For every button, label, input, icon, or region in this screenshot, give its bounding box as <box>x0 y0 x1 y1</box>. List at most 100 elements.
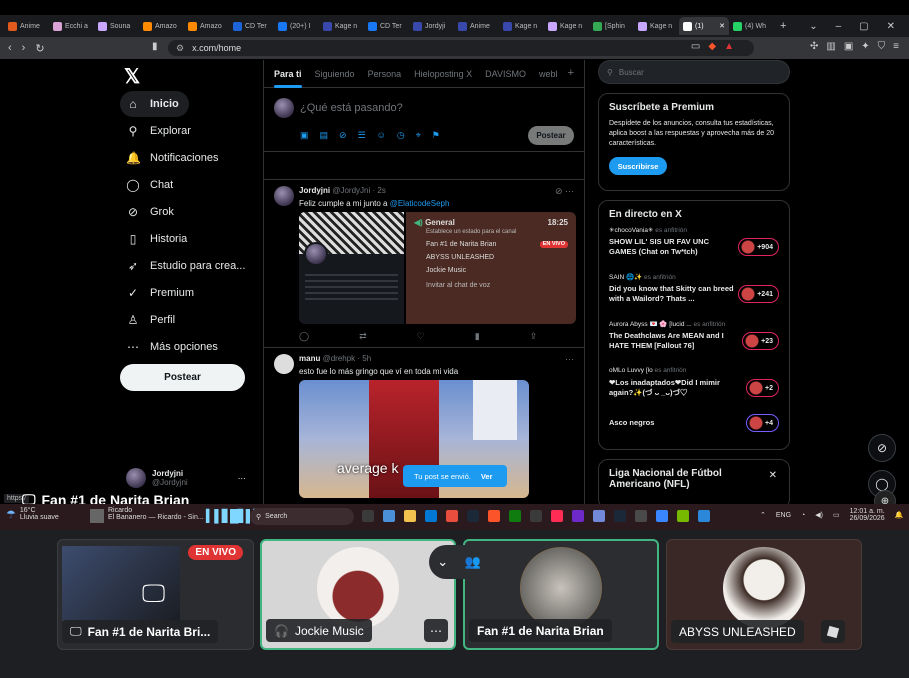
taskbar-app-icon[interactable] <box>677 510 689 522</box>
taskbar-app-icon[interactable] <box>509 510 521 522</box>
post-button[interactable]: Postear <box>120 364 245 391</box>
schedule-icon[interactable]: ◷ <box>397 130 405 141</box>
menu-icon[interactable]: ≡ <box>893 41 899 52</box>
live-space-item[interactable]: SAIN 🌐✨ es anfitrión Did you know that Sk… <box>609 273 779 320</box>
nav-item-estudio[interactable]: ➶ Estudio para crea... <box>120 253 255 279</box>
taskbar-app-icon[interactable] <box>551 510 563 522</box>
nav-item-perfil[interactable]: ♙ Perfil <box>120 307 185 333</box>
taskbar-app-icon[interactable] <box>362 510 374 522</box>
tile-more-icon[interactable]: ⋯ <box>424 619 448 642</box>
feed-tab[interactable]: Para ti <box>274 69 302 88</box>
tweet-author[interactable]: manu <box>299 354 320 363</box>
vpn-icon[interactable]: ⛉ <box>878 41 886 52</box>
call-tile-fan[interactable]: Fan #1 de Narita Brian <box>463 539 659 650</box>
avatar[interactable] <box>274 354 294 374</box>
nav-item-explorar[interactable]: ⚲ Explorar <box>120 118 201 144</box>
tweet[interactable]: Jordyjni @JordyJni · 2s ⊘ ⋯ Feliz cumple… <box>264 180 584 348</box>
media-widget[interactable]: Ricardo El Bananero — Ricardo - Sin... <box>90 507 204 523</box>
reply-icon[interactable]: ◯ <box>299 331 309 342</box>
media-icon[interactable]: ▣ <box>300 130 309 141</box>
feed-tab[interactable]: webl <box>539 69 558 79</box>
show-posts-bar[interactable] <box>264 152 584 180</box>
volume-icon[interactable]: ◀) <box>815 511 823 519</box>
nfl-card[interactable]: Liga Nacional de Fútbol Americano (NFL) … <box>598 459 790 509</box>
avatar[interactable] <box>274 186 294 206</box>
reload-icon[interactable]: ↻ <box>35 42 44 55</box>
nav-item-inicio[interactable]: ⌂ Inicio <box>120 91 189 117</box>
sidebar-icon[interactable]: ▥ <box>826 41 835 52</box>
nav-item-grok[interactable]: ⊘ Grok <box>120 199 184 225</box>
close-icon[interactable]: ✕ <box>769 470 777 481</box>
nav-item-más[interactable]: ⋯ Más opciones <box>120 334 228 360</box>
feed-tab[interactable]: Persona <box>368 69 402 79</box>
forward-icon[interactable]: › <box>22 42 26 55</box>
tweet-more-icon[interactable]: ⋯ <box>565 354 574 365</box>
call-tile-abyss[interactable]: ABYSS UNLEASHED <box>666 539 862 650</box>
taskbar-app-icon[interactable] <box>383 510 395 522</box>
maximize-icon[interactable]: ▢ <box>859 21 868 32</box>
live-space-item[interactable]: ✳chocoVania✳ es anfitrión SHOW LIL' SIS U… <box>609 226 779 273</box>
feed-tab[interactable]: DAVISMO <box>485 69 526 79</box>
clock[interactable]: 12:01 a. m. 26/09/2026 <box>850 508 885 522</box>
gif-icon[interactable]: ▤ <box>320 130 329 141</box>
tweet-more-icon[interactable]: ⊘ ⋯ <box>555 186 574 197</box>
taskbar-app-icon[interactable] <box>530 510 542 522</box>
browser-tab[interactable]: CD Ter <box>364 17 409 35</box>
taskbar-app-icon[interactable] <box>572 510 584 522</box>
discord-embed[interactable]: ◀) General 18:25 Establece un estado par… <box>406 212 576 324</box>
views-icon[interactable]: ▮ <box>475 331 480 342</box>
tweet-mention[interactable]: @ElaticodeSeph <box>390 199 450 208</box>
compose-input[interactable]: ¿Qué está pasando? <box>300 102 403 114</box>
nav-item-notificaciones[interactable]: 🔔 Notificaciones <box>120 145 228 171</box>
taskbar-app-icon[interactable] <box>446 510 458 522</box>
feed-tab[interactable]: Hieloposting X <box>414 69 472 79</box>
taskbar-app-icon[interactable] <box>614 510 626 522</box>
browser-tab[interactable]: Ecchi a <box>49 17 94 35</box>
taskbar-app-icon[interactable] <box>404 510 416 522</box>
browser-tab[interactable]: Jordyji <box>409 17 454 35</box>
wallet-icon[interactable]: ▣ <box>844 41 853 52</box>
flag-icon[interactable]: ⚑ <box>432 130 440 141</box>
wifi-icon[interactable]: ◔ <box>801 512 805 519</box>
tray-chevron-icon[interactable]: ⌃ <box>760 511 766 519</box>
browser-tab[interactable]: Souna <box>94 17 139 35</box>
cast-icon[interactable]: ▭ <box>691 41 700 52</box>
extensions-icon[interactable]: ✣ <box>810 41 818 52</box>
brave-shield-icon[interactable]: ◆ <box>708 41 716 52</box>
toast-view-link[interactable]: Ver <box>481 472 493 481</box>
location-icon[interactable]: ⌖ <box>416 130 421 141</box>
weather-widget[interactable]: ☂ 16°C Lluvia suave <box>6 507 59 521</box>
grok-icon[interactable]: ⊘ <box>339 130 347 141</box>
bookmark-page-icon[interactable]: ▮ <box>152 41 158 52</box>
browser-tab[interactable]: Anime <box>454 17 499 35</box>
nav-item-historia[interactable]: ▯ Historia <box>120 226 197 252</box>
browser-tab[interactable]: (20+) I <box>274 17 319 35</box>
battery-icon[interactable]: ▭ <box>833 511 840 519</box>
poll-icon[interactable]: ☰ <box>358 130 366 141</box>
taskbar-app-icon[interactable] <box>425 510 437 522</box>
participants-icon[interactable]: 👥 <box>465 554 481 570</box>
rewards-icon[interactable]: ▲ <box>724 41 734 52</box>
grok-float-icon[interactable]: ⊘ <box>868 434 896 462</box>
browser-tab[interactable]: Kage n <box>319 17 364 35</box>
account-more-icon[interactable]: ⋯ <box>238 474 246 483</box>
site-info-icon[interactable]: ⚙ <box>176 43 184 54</box>
browser-tab[interactable]: Kage n <box>499 17 544 35</box>
nav-item-premium[interactable]: ✓ Premium <box>120 280 204 306</box>
chevron-down-icon[interactable]: ⌄ <box>437 554 448 570</box>
tweet-author[interactable]: Jordyjni <box>299 186 330 195</box>
compose-post-button[interactable]: Postear <box>528 126 574 145</box>
taskbar-app-icon[interactable] <box>467 510 479 522</box>
taskbar-app-icon[interactable] <box>593 510 605 522</box>
taskbar-app-icon[interactable] <box>656 510 668 522</box>
minimize-icon[interactable]: – <box>836 21 842 32</box>
tab-search-icon[interactable]: ⌄ <box>809 21 817 32</box>
search-input[interactable]: ⚲ Buscar <box>598 60 790 84</box>
close-tab-icon[interactable]: ✕ <box>719 22 725 30</box>
taskbar-app-icon[interactable] <box>488 510 500 522</box>
taskbar-app-icon[interactable] <box>698 510 710 522</box>
live-space-item[interactable]: oMLo Luvvy [lo es anfitrión ❤Los inadapta… <box>609 367 779 414</box>
browser-tab[interactable]: Anime <box>4 17 49 35</box>
nav-item-chat[interactable]: ◯ Chat <box>120 172 183 198</box>
subscribe-button[interactable]: Suscribirse <box>609 157 667 175</box>
